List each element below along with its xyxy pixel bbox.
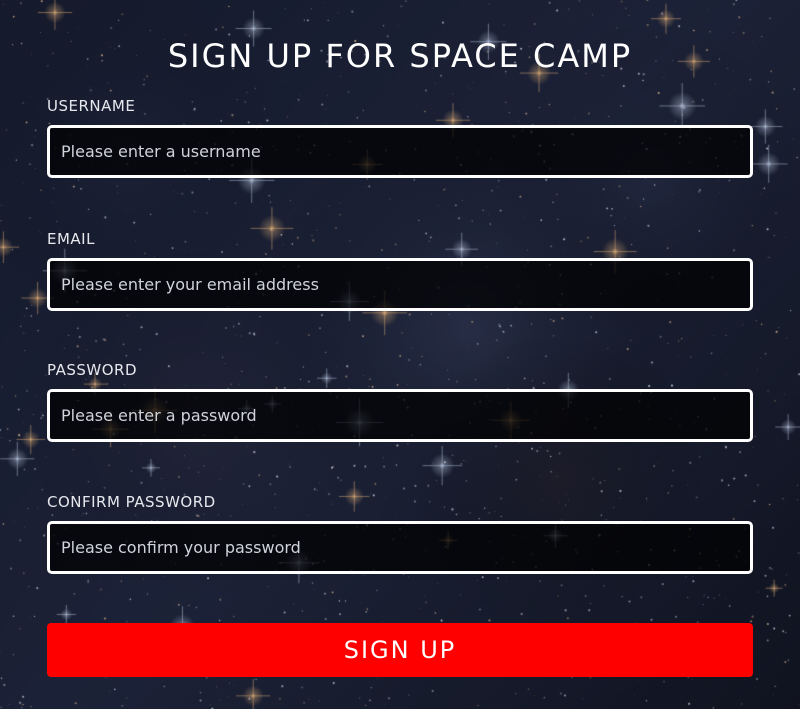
confirm-password-label: CONFIRM PASSWORD	[47, 493, 216, 511]
page-title: SIGN UP FOR SPACE CAMP	[167, 37, 633, 75]
signup-form: SIGN UP FOR SPACE CAMP USERNAME EMAIL PA…	[0, 0, 800, 709]
confirm-password-input[interactable]	[47, 521, 753, 574]
password-input[interactable]	[47, 389, 753, 442]
username-label: USERNAME	[47, 97, 136, 115]
sign-up-button[interactable]: SIGN UP	[47, 623, 753, 677]
password-label: PASSWORD	[47, 361, 138, 379]
email-label: EMAIL	[47, 230, 95, 248]
username-input[interactable]	[47, 125, 753, 178]
email-input[interactable]	[47, 258, 753, 311]
